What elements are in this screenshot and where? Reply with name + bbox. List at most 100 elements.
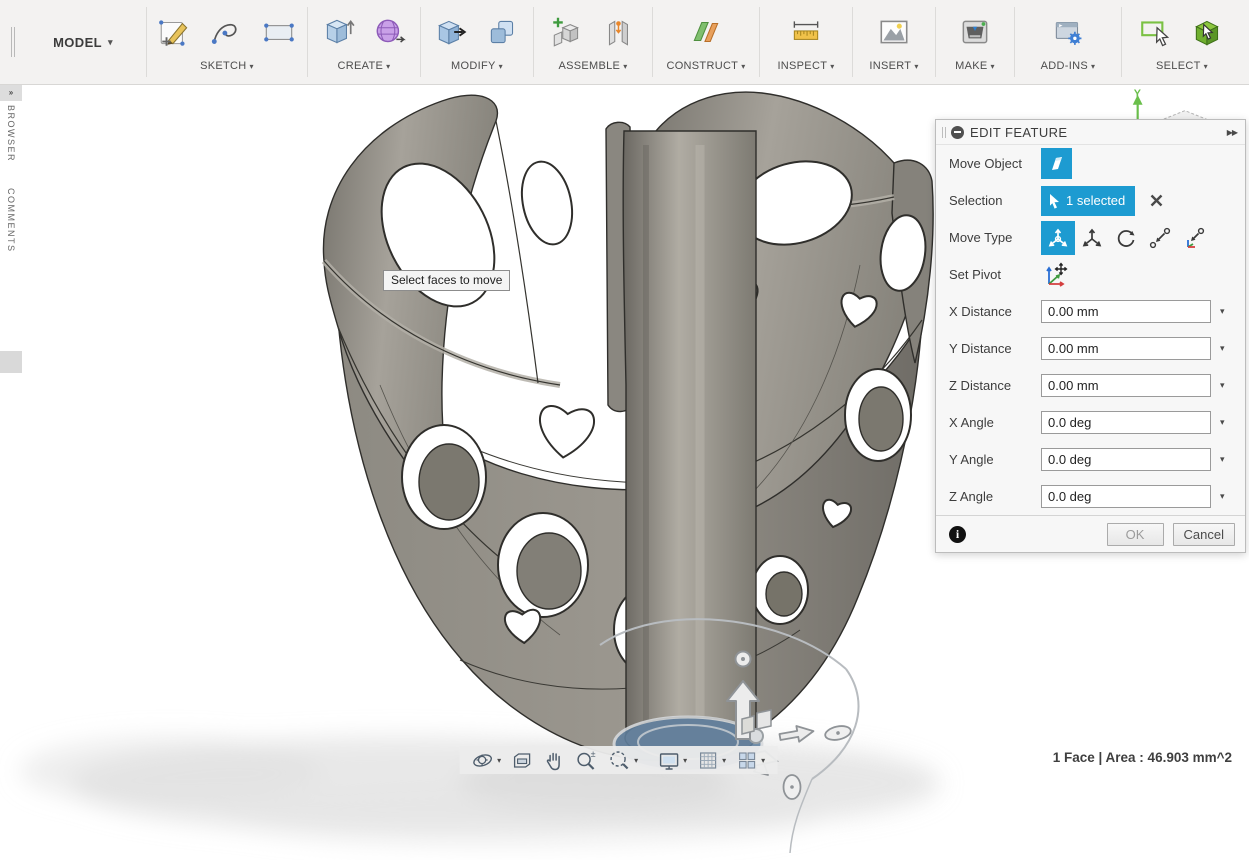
press-pull-icon[interactable]	[433, 14, 469, 50]
move-arrow-right[interactable]	[779, 723, 815, 745]
rectangle-icon[interactable]	[261, 14, 297, 50]
grid-icon	[696, 749, 719, 772]
pivot-icon	[1041, 261, 1069, 289]
move-object-label: Move Object	[949, 156, 1041, 171]
manipulator-cube-handle[interactable]	[742, 716, 754, 734]
sidebar-tab-browser[interactable]: BROWSER	[6, 105, 16, 162]
toolbar-group-label[interactable]: MAKE▾	[955, 60, 995, 72]
toolbar-group-label[interactable]: INSPECT▾	[777, 60, 834, 72]
toolbar-group-label[interactable]: CREATE▾	[338, 60, 391, 72]
sidebar-tab-comments[interactable]: COMMENTS	[6, 188, 16, 253]
z-distance-input[interactable]	[1041, 374, 1211, 397]
rotate-handle-right[interactable]	[824, 724, 852, 742]
toolbar-drag-handle[interactable]	[6, 0, 20, 84]
new-body-icon[interactable]	[320, 14, 356, 50]
chevron-down-icon: ▾	[623, 62, 627, 71]
look-at-button[interactable]	[508, 749, 535, 772]
move-type-point-to-point-button[interactable]	[1143, 221, 1177, 255]
scripts-addins-icon[interactable]	[1050, 14, 1086, 50]
orbit-icon	[471, 749, 494, 772]
x-angle-label: X Angle	[949, 415, 1041, 430]
create-form-icon[interactable]	[372, 14, 408, 50]
chevron-down-icon: ▾	[741, 62, 745, 71]
toolbar-group-make: MAKE▾	[936, 0, 1014, 84]
cancel-button[interactable]: Cancel	[1173, 523, 1235, 546]
dialog-title: EDIT FEATURE	[970, 125, 1068, 140]
z-angle-row: Z Angle ▾	[936, 478, 1245, 515]
ok-button[interactable]: OK	[1107, 523, 1164, 546]
toolbar-group-assemble: ASSEMBLE▾	[534, 0, 652, 84]
chevron-down-icon: ▾	[499, 62, 503, 71]
x-distance-input[interactable]	[1041, 300, 1211, 323]
move-type-row: Move Type	[936, 219, 1245, 256]
clear-selection-button[interactable]	[1149, 193, 1164, 208]
cursor-tooltip: Select faces to move	[383, 270, 510, 291]
navigation-bar: ▾ ± ▾	[459, 746, 777, 774]
chevron-down-icon: ▾	[991, 62, 995, 71]
chevron-down-icon[interactable]: ▾	[1220, 306, 1225, 317]
x-angle-input[interactable]	[1041, 411, 1211, 434]
zoom-button[interactable]: ±	[572, 749, 600, 772]
fit-button[interactable]: ▾	[605, 749, 640, 772]
measure-icon[interactable]	[788, 14, 824, 50]
set-pivot-button[interactable]	[1041, 261, 1069, 289]
panel-resize-handle[interactable]	[0, 351, 22, 373]
move-type-free-move-button[interactable]	[1041, 221, 1075, 255]
move-type-translate-button[interactable]	[1075, 221, 1109, 255]
insert-image-icon[interactable]	[876, 14, 912, 50]
move-type-rotate-button[interactable]	[1109, 221, 1143, 255]
main-toolbar: MODEL ▾	[0, 0, 1249, 85]
3d-print-icon[interactable]	[957, 14, 993, 50]
chevron-down-icon[interactable]: ▾	[1220, 343, 1225, 354]
construction-plane-icon[interactable]	[688, 14, 724, 50]
window-select-icon[interactable]	[1138, 14, 1174, 50]
pan-hand-icon	[542, 749, 565, 772]
display-settings-button[interactable]: ▾	[655, 749, 689, 772]
workspace-switcher[interactable]: MODEL ▾	[20, 0, 146, 84]
spline-icon[interactable]	[209, 14, 245, 50]
toolbar-group-modify: MODIFY▾	[421, 0, 533, 84]
toolbar-group-label[interactable]: SELECT▾	[1156, 60, 1208, 72]
dialog-expand-icon[interactable]: ▶▶	[1227, 128, 1237, 137]
y-angle-input[interactable]	[1041, 448, 1211, 471]
chevron-down-icon[interactable]: ▾	[1220, 417, 1225, 428]
joint-icon[interactable]	[601, 14, 637, 50]
toolbar-group-label[interactable]: CONSTRUCT▾	[666, 60, 745, 72]
move-object-faces-button[interactable]	[1041, 148, 1072, 179]
set-pivot-label: Set Pivot	[949, 267, 1041, 282]
y-distance-input[interactable]	[1041, 337, 1211, 360]
orbit-button[interactable]: ▾	[469, 749, 503, 772]
chevron-down-icon[interactable]: ▾	[1220, 491, 1225, 502]
combine-icon[interactable]	[485, 14, 521, 50]
viewports-button[interactable]: ▾	[733, 749, 767, 772]
zoom-icon: ±	[574, 749, 598, 772]
move-type-label: Move Type	[949, 230, 1041, 245]
chevron-down-icon[interactable]: ▾	[1220, 380, 1225, 391]
info-button[interactable]: i	[949, 526, 966, 543]
manipulator-cube-handle[interactable]	[757, 710, 771, 729]
expand-browser-icon[interactable]: »	[0, 85, 22, 101]
rotate-handle-bottom[interactable]	[784, 775, 801, 799]
chevron-down-icon[interactable]: ▾	[1220, 454, 1225, 465]
dialog-grip[interactable]	[942, 127, 946, 138]
zoom-window-icon	[607, 749, 631, 772]
new-component-icon[interactable]	[549, 14, 585, 50]
move-type-point-to-position-button[interactable]	[1177, 221, 1211, 255]
toolbar-group-label[interactable]: ADD-INS▾	[1041, 60, 1096, 72]
axis-y-label: Y	[1134, 88, 1142, 100]
collapse-dialog-icon[interactable]	[951, 126, 964, 139]
dialog-header[interactable]: EDIT FEATURE ▶▶	[936, 120, 1245, 145]
toolbar-group-label[interactable]: ASSEMBLE▾	[558, 60, 627, 72]
select-body-icon[interactable]	[1190, 14, 1226, 50]
toolbar-group-label[interactable]: SKETCH▾	[200, 60, 254, 72]
create-sketch-icon[interactable]	[157, 14, 193, 50]
z-angle-input[interactable]	[1041, 485, 1211, 508]
toolbar-group-label[interactable]: MODIFY▾	[451, 60, 503, 72]
model-center-cylinder[interactable]	[623, 131, 756, 759]
selection-button[interactable]: 1 selected	[1041, 186, 1135, 216]
toolbar-group-label[interactable]: INSERT▾	[869, 60, 918, 72]
chevron-down-icon: ▾	[830, 62, 834, 71]
pan-button[interactable]	[540, 749, 567, 772]
y-distance-label: Y Distance	[949, 341, 1041, 356]
grid-display-button[interactable]: ▾	[694, 749, 728, 772]
